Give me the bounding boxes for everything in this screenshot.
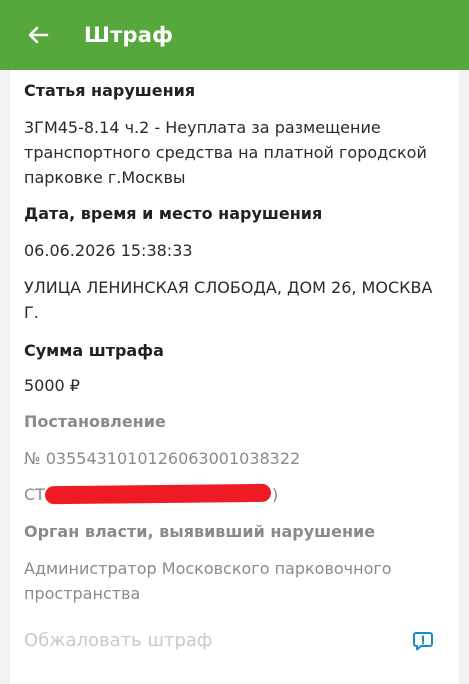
redaction-mark <box>44 483 272 505</box>
authority-label: Орган власти, выявивший нарушение <box>24 522 376 541</box>
sts-suffix: ) <box>272 485 279 504</box>
amount-value: 5000 ₽ <box>24 376 80 395</box>
authority-value: Администратор Московского парковочного п… <box>24 559 392 603</box>
resolution-number: № 0355431010126063001038322 <box>24 449 301 468</box>
back-button[interactable] <box>10 7 66 63</box>
amount-label: Сумма штрафа <box>24 341 164 360</box>
resolution-label: Постановление <box>24 412 166 431</box>
report-button[interactable] <box>408 626 438 656</box>
fine-details-card: Статья нарушения 3ГМ45-8.14 ч.2 - Неупла… <box>10 70 459 684</box>
datetime-place-label: Дата, время и место нарушения <box>24 204 323 223</box>
violation-datetime: 06.06.2026 15:38:33 <box>24 241 193 260</box>
feedback-icon <box>413 632 433 651</box>
article-value: 3ГМ45-8.14 ч.2 - Неуплата за размещение … <box>24 118 427 187</box>
page-title: Штраф <box>84 23 174 47</box>
app-bar: Штраф <box>0 0 469 70</box>
appeal-fine-button[interactable]: Обжаловать штраф <box>24 630 212 651</box>
arrow-left-icon <box>28 26 49 44</box>
article-label: Статья нарушения <box>24 81 196 100</box>
violation-place: УЛИЦА ЛЕНИНСКАЯ СЛОБОДА, ДОМ 26, МОСКВА … <box>24 278 433 322</box>
